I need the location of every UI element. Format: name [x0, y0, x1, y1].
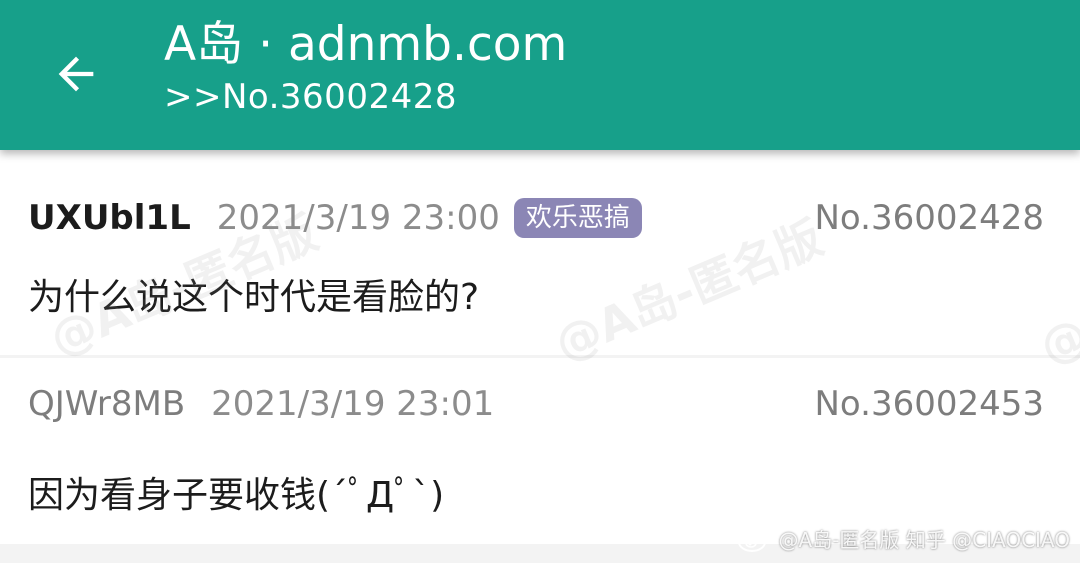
post-meta: UXUbl1L 2021/3/19 23:00 欢乐恶搞 No.36002428 — [28, 190, 1044, 246]
app-screen: A岛 · adnmb.com >>No.36002428 UXUbl1L 202… — [0, 0, 1080, 563]
post-user-id[interactable]: UXUbl1L — [28, 198, 191, 238]
reply-number[interactable]: No.36002453 — [815, 384, 1045, 424]
arrow-left-icon — [58, 56, 94, 92]
forum-tag-badge[interactable]: 欢乐恶搞 — [513, 198, 642, 238]
reply-meta: QJWr8MB 2021/3/19 23:01 No.36002453 — [28, 376, 1044, 432]
post-number[interactable]: No.36002428 — [815, 198, 1045, 238]
weibo-watermark: @A岛-匿名版 知乎 @CIAOCIAO — [737, 524, 1070, 553]
app-bar: A岛 · adnmb.com >>No.36002428 — [0, 0, 1080, 150]
weibo-watermark-text: @A岛-匿名版 知乎 @CIAOCIAO — [778, 528, 1070, 552]
reply-user-id[interactable]: QJWr8MB — [28, 384, 185, 424]
thread-reference: >>No.36002428 — [164, 77, 457, 117]
weibo-logo-icon — [737, 527, 770, 552]
back-button[interactable] — [46, 44, 106, 104]
app-title: A岛 · adnmb.com — [164, 17, 568, 72]
reply-time: 2021/3/19 23:01 — [211, 384, 495, 424]
post-time: 2021/3/19 23:00 — [216, 198, 500, 238]
reply-post[interactable]: QJWr8MB 2021/3/19 23:01 No.36002453 因为看身… — [0, 358, 1080, 544]
thread-post[interactable]: UXUbl1L 2021/3/19 23:00 欢乐恶搞 No.36002428… — [0, 150, 1080, 355]
post-content: 为什么说这个时代是看脸的? — [28, 277, 480, 318]
reply-content: 因为看身子要收钱(´ﾟДﾟ`) — [28, 475, 445, 516]
